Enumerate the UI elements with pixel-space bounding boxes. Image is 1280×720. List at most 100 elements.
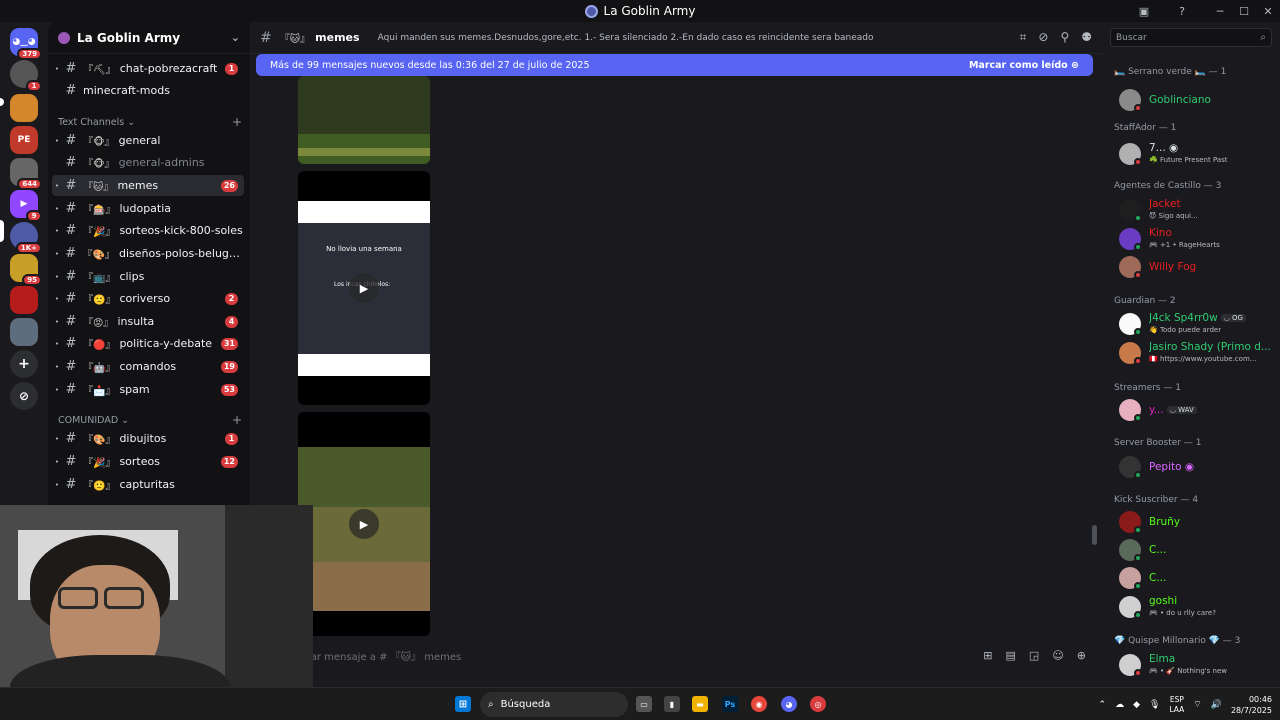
emoji-icon[interactable]: ☺ — [1052, 649, 1063, 662]
category-comunidad[interactable]: COMUNIDAD ⌄ + — [58, 412, 242, 428]
channel-item[interactable]: • # 『⛏』 chat-pobrezacraft 1 — [52, 58, 244, 79]
member-item[interactable]: Kino 🎮 +1 • RageHearts — [1119, 226, 1277, 254]
member-item[interactable]: Willy Fog — [1119, 254, 1277, 282]
message-input[interactable]: viar mensaje a # 『🐱』 memes ⊞ ▤ ◲ ☺ ⊕ — [302, 641, 1094, 669]
channel-item[interactable]: • # 『🎰』 ludopatia — [52, 198, 244, 219]
add-server-icon[interactable]: + — [10, 350, 38, 378]
status-indicator — [1134, 328, 1142, 336]
member-item[interactable]: J4ck Sp4rr0w ◡ OG 👋 Todo puede arder — [1119, 311, 1277, 339]
explore-icon[interactable]: ⊘ — [10, 382, 38, 410]
member-status-text: 🎮 • do u rlly care? — [1149, 609, 1216, 617]
channel-item[interactable]: • # 『📩』 spam 53 — [52, 379, 244, 400]
clock[interactable]: 00:46 28/7/2025 — [1231, 694, 1272, 716]
channel-item[interactable]: •#『🎨』diseños-polos-beluga-ar... — [52, 243, 244, 264]
server-icon[interactable]: PE — [10, 126, 38, 154]
channel-item[interactable]: # 『🐵』 general-admins — [52, 152, 244, 173]
channel-topic[interactable]: Aqui manden sus memes.Desnudos,gore,etc.… — [378, 33, 874, 43]
channel-item[interactable]: • # 『🎉』 sorteos-kick-800-soles — [52, 220, 244, 241]
hash-icon: # — [65, 454, 77, 469]
la-goblin-army-server-icon[interactable]: 1K+ — [10, 222, 42, 254]
channel-item[interactable]: # minecraft-mods — [52, 80, 244, 101]
server-header[interactable]: La Goblin Army ⌄ — [48, 22, 250, 54]
language-indicator[interactable]: ESP LAA — [1169, 695, 1184, 715]
volume-icon[interactable]: 🔊 — [1211, 700, 1222, 710]
play-icon[interactable]: ▶ — [349, 273, 379, 303]
mark-as-read-button[interactable]: Marcar como leído ⊛ — [969, 60, 1079, 71]
threads-icon[interactable]: ⌗ — [1020, 30, 1027, 45]
add-channel-icon[interactable]: + — [232, 115, 242, 129]
member-item[interactable]: goshi 🎮 • do u rlly care? — [1119, 594, 1277, 622]
chat-area: # 『🐱』 memes Aqui manden sus memes.Desnud… — [250, 22, 1102, 687]
onedrive-icon[interactable]: ☁ — [1115, 700, 1124, 710]
close-button[interactable]: ✕ — [1256, 0, 1280, 22]
search-input[interactable]: Buscar ⌕ — [1110, 28, 1272, 47]
member-item[interactable]: Jasiro Shady (Primo d... 🇵🇪 https://www.y… — [1119, 340, 1277, 368]
member-item[interactable]: C... — [1119, 537, 1277, 565]
member-name-text: Jasiro Shady (Primo d... — [1149, 341, 1271, 353]
members-icon[interactable]: ⚉ — [1081, 30, 1092, 45]
server-icon[interactable]: 95 — [10, 254, 42, 286]
microphone-icon[interactable]: 🎙 — [1149, 700, 1160, 710]
security-icon[interactable]: ◆ — [1133, 700, 1140, 710]
app-icon[interactable]: ◎ — [810, 696, 826, 712]
taskbar-search[interactable]: ⌕ Búsqueda — [480, 692, 628, 717]
channel-item[interactable]: • # 『🎉』 sorteos 12 — [52, 451, 244, 472]
server-icon[interactable] — [10, 318, 38, 346]
member-item[interactable]: Pepito ◉ — [1119, 454, 1277, 482]
server-icon[interactable] — [10, 286, 38, 314]
add-channel-icon[interactable]: + — [232, 413, 242, 427]
video-attachment[interactable]: No llovia una semana Los incas chibolos:… — [298, 171, 430, 405]
play-icon[interactable]: ▶ — [349, 509, 379, 539]
new-messages-banner[interactable]: Más de 99 mensajes nuevos desde las 0:36… — [256, 54, 1093, 76]
apps-icon[interactable]: ⊕ — [1077, 649, 1086, 662]
member-item[interactable]: C... — [1119, 565, 1277, 593]
member-item[interactable]: Bruñy — [1119, 509, 1277, 537]
image-attachment[interactable] — [298, 76, 430, 164]
server-icon[interactable] — [10, 94, 38, 122]
chrome-icon[interactable]: ◉ — [751, 696, 767, 712]
pin-icon[interactable]: ⚲ — [1060, 30, 1069, 45]
member-item[interactable]: Goblinciano — [1119, 87, 1277, 115]
discord-icon[interactable]: ◕ — [781, 696, 797, 712]
mute-bell-icon[interactable]: ⊘ — [1038, 30, 1048, 45]
video-attachment[interactable]: ▶ — [298, 412, 430, 636]
channel-item[interactable]: • # 『😡』 insulta 4 — [52, 311, 244, 332]
sticker-icon[interactable]: ◲ — [1029, 649, 1039, 662]
channel-item-active[interactable]: • # 『🐱』 memes 26 — [52, 175, 244, 196]
photoshop-icon[interactable]: Ps — [722, 696, 738, 712]
inbox-icon[interactable]: ▣ — [1132, 0, 1156, 22]
server-icon[interactable]: 1 — [10, 60, 42, 92]
help-icon[interactable]: ? — [1170, 0, 1194, 22]
minimize-button[interactable]: ─ — [1208, 0, 1232, 22]
direct-messages-button[interactable]: ◕‿◕ 379 — [10, 28, 42, 60]
category-text-channels[interactable]: Text Channels ⌄ + — [58, 114, 242, 130]
role-header: 🛏️ Serrano verde 🛏️ — 1 — [1114, 67, 1227, 77]
member-item[interactable]: Elma 🎮 • 🎸 Nothing's new — [1119, 652, 1277, 680]
channel-item[interactable]: • # 『🤖』 comandos 19 — [52, 356, 244, 377]
server-icon[interactable]: 644 — [10, 158, 42, 190]
twitch-server-icon[interactable]: ▶ 9 — [10, 190, 42, 222]
file-explorer-icon[interactable]: ▬ — [692, 696, 708, 712]
member-item[interactable]: y... ◡ WAV — [1119, 397, 1277, 425]
channel-item[interactable]: • # 『🎨』 dibujitos 1 — [52, 428, 244, 449]
wifi-icon[interactable]: ⌔ — [1193, 699, 1201, 710]
member-list: 🛏️ Serrano verde 🛏️ — 1 Goblinciano StaffA… — [1102, 54, 1280, 687]
channel-name: memes — [315, 31, 360, 44]
task-view-icon[interactable]: ▭ — [636, 696, 652, 712]
member-name-text: Goblinciano — [1149, 94, 1211, 106]
gift-icon[interactable]: ⊞ — [983, 649, 992, 662]
chevron-up-icon[interactable]: ⌃ — [1099, 700, 1107, 710]
gif-icon[interactable]: ▤ — [1006, 649, 1016, 662]
channel-item[interactable]: • # 『🙂』 coriverso 2 — [52, 288, 244, 309]
channel-item[interactable]: • # 『🔴』 politica-y-debate 31 — [52, 333, 244, 354]
channel-item[interactable]: • # 『📺』 clips — [52, 266, 244, 287]
scrollbar[interactable] — [1092, 525, 1097, 545]
channel-item[interactable]: • # 『🐵』 general — [52, 130, 244, 151]
channel-item[interactable]: • # 『🙂』 capturitas — [52, 474, 244, 495]
member-item[interactable]: Jacket 😈 Sigo aqui... — [1119, 197, 1277, 225]
app-icon[interactable]: ▮ — [664, 696, 680, 712]
unread-badge: 1 — [225, 62, 238, 75]
maximize-button[interactable]: ☐ — [1232, 0, 1256, 22]
windows-start-icon[interactable]: ⊞ — [455, 696, 471, 712]
member-item[interactable]: 7... ◉ ☘️ Future Present Past — [1119, 141, 1277, 169]
